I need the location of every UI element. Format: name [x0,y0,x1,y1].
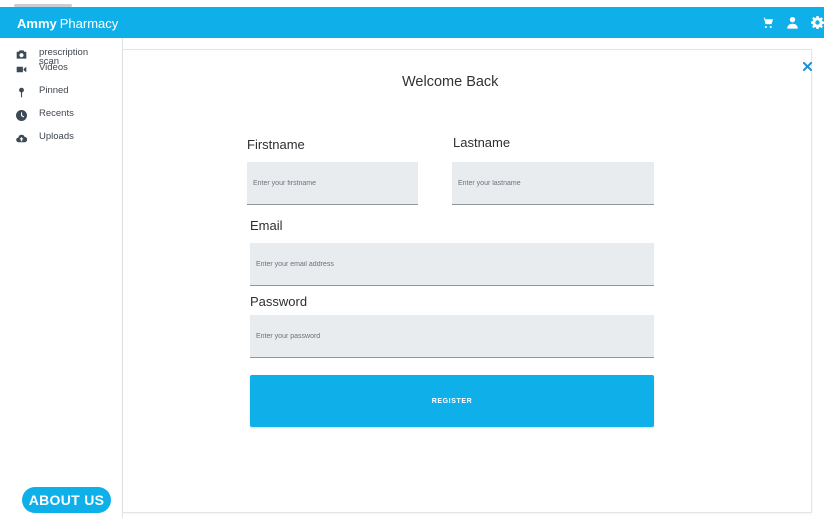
cloud-upload-icon [14,132,28,145]
sidebar-item-uploads[interactable]: Uploads [14,132,99,145]
firstname-field[interactable] [247,162,418,205]
pin-icon [14,86,28,99]
brand-name-light: Pharmacy [59,16,119,31]
register-button[interactable]: REGISTER [250,375,654,427]
sidebar-item-label: Pinned [39,85,69,96]
user-icon[interactable] [785,15,799,29]
sidebar-item-label: Recents [39,108,74,119]
password-field[interactable] [250,315,654,358]
sidebar-nav: prescription scan Videos Pinned Recents … [14,48,99,150]
lastname-field[interactable] [452,162,654,205]
clock-icon [14,109,28,122]
sidebar: prescription scan Videos Pinned Recents … [0,38,123,518]
cart-icon[interactable] [760,15,774,29]
brand-name-bold: Ammy [17,16,57,31]
sidebar-item-videos[interactable]: Videos [14,63,99,76]
camera-icon [14,48,28,61]
password-label: Password [250,294,308,309]
sidebar-item-label: Uploads [39,131,74,142]
about-us-button[interactable]: ABOUT US [22,487,111,513]
brand-logo[interactable]: Ammy Pharmacy [17,16,118,31]
app-header: Ammy Pharmacy [0,7,824,38]
email-field[interactable] [250,243,654,286]
close-icon[interactable] [801,60,813,72]
email-label: Email [250,218,283,233]
page-title: Welcome Back [402,74,499,90]
sidebar-item-label: Videos [39,62,68,73]
sidebar-item-recents[interactable]: Recents [14,109,99,122]
sidebar-item-pinned[interactable]: Pinned [14,86,99,99]
gear-icon[interactable] [810,15,824,29]
lastname-label: Lastname [453,135,511,150]
video-icon [14,63,28,76]
header-actions [760,15,824,29]
firstname-label: Firstname [247,137,305,152]
